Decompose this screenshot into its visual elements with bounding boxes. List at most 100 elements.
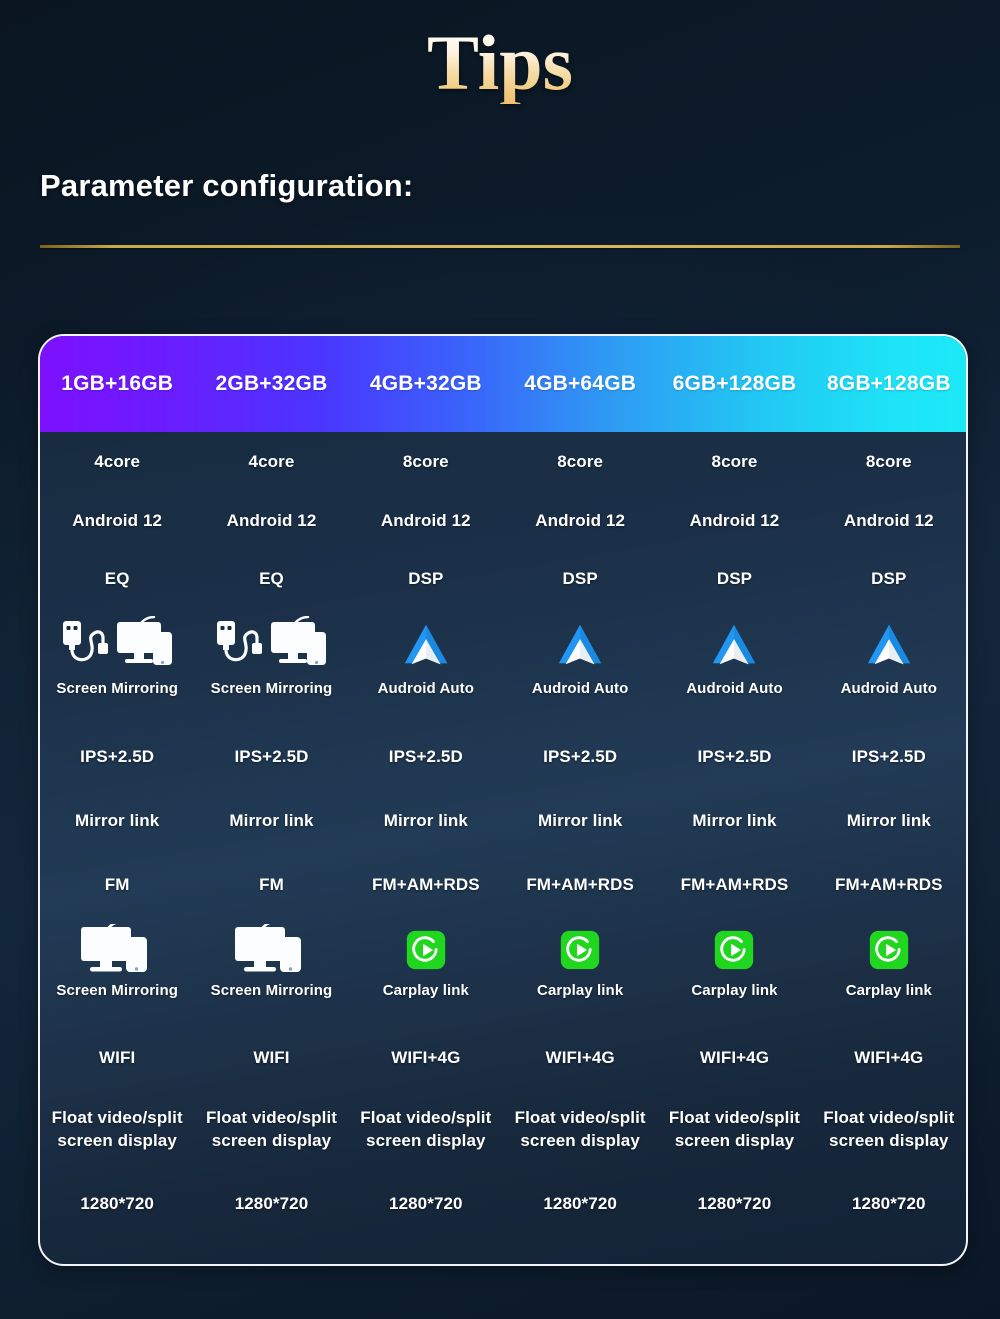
- android-auto-icon: [864, 616, 914, 674]
- table-cell-value: EQ: [104, 569, 130, 588]
- table-cell-mirror: Mirror link: [349, 788, 503, 854]
- table-header-cell: 2GB+32GB: [215, 372, 328, 395]
- table-cell-mirror: Mirror link: [503, 788, 657, 854]
- table-cell-audio: DSP: [503, 550, 657, 608]
- table-cell-network: WIFI+4G: [812, 1024, 966, 1092]
- table-cell-display_type: IPS+2.5D: [657, 726, 811, 788]
- table-cell-link_second: Screen Mirroring: [40, 916, 194, 1024]
- screen-mirroring-icon: [77, 924, 157, 976]
- android-auto-icon: [709, 616, 759, 674]
- table-header-cell: 8GB+128GB: [826, 372, 951, 395]
- table-cell-link_second: Carplay link: [349, 916, 503, 1024]
- table-cell-cpu_core: 8core: [657, 432, 811, 492]
- table-cell-network: WIFI: [194, 1024, 348, 1092]
- table-cell-value: 8core: [557, 452, 604, 471]
- carplay-link-icon: [714, 924, 754, 976]
- table-cell-multiwindow: Float video/split screen display: [40, 1092, 194, 1168]
- table-cell-link_second: Carplay link: [657, 916, 811, 1024]
- table-cell-network: WIFI+4G: [657, 1024, 811, 1092]
- table-cell-value: Mirror link: [229, 811, 314, 830]
- table-cell-value: 4core: [248, 452, 295, 471]
- table-column: 8core Android 12 DSP Audroid Auto IPS+2.5D Mi…: [812, 432, 966, 1264]
- table-cell-link_primary: Screen Mirroring: [194, 608, 348, 726]
- table-cell-value: FM+AM+RDS: [526, 875, 634, 894]
- table-cell-value: Android 12: [689, 511, 780, 530]
- table-cell-display_type: IPS+2.5D: [40, 726, 194, 788]
- table-cell-value: 1280*720: [389, 1194, 463, 1213]
- table-cell-value: WIFI+4G: [391, 1048, 461, 1067]
- table-column: 8core Android 12 DSP Audroid Auto IPS+2.5D Mi…: [503, 432, 657, 1264]
- table-cell-display_type: IPS+2.5D: [194, 726, 348, 788]
- table-cell-audio: DSP: [657, 550, 811, 608]
- table-cell-audio: EQ: [194, 550, 348, 608]
- table-cell-value: Mirror link: [75, 811, 160, 830]
- table-cell-link_primary: Audroid Auto: [503, 608, 657, 726]
- table-cell-mirror: Mirror link: [657, 788, 811, 854]
- table-cell-value: Float video/split screen display: [823, 1108, 955, 1150]
- table-cell-resolution: 1280*720: [349, 1168, 503, 1240]
- table-cell-link_second: Carplay link: [812, 916, 966, 1024]
- table-cell-value: 4core: [94, 452, 141, 471]
- table-cell-resolution: 1280*720: [194, 1168, 348, 1240]
- table-column: 4core Android 12 EQ Screen Mirroring IPS+2.5…: [40, 432, 194, 1264]
- table-cell-label: Audroid Auto: [840, 680, 938, 697]
- table-cell-value: IPS+2.5D: [543, 747, 618, 766]
- table-cell-radio: FM: [40, 854, 194, 916]
- table-header-cell: 6GB+128GB: [672, 372, 797, 395]
- table-cell-label: Carplay link: [691, 982, 778, 999]
- table-cell-os: Android 12: [657, 492, 811, 550]
- table-cell-display_type: IPS+2.5D: [503, 726, 657, 788]
- table-cell-value: FM+AM+RDS: [834, 875, 943, 894]
- table-cell-radio: FM+AM+RDS: [657, 854, 811, 916]
- table-cell-label: Screen Mirroring: [56, 680, 178, 697]
- table-cell-value: IPS+2.5D: [388, 747, 463, 766]
- table-cell-radio: FM: [194, 854, 348, 916]
- table-cell-value: EQ: [259, 569, 284, 588]
- table-cell-network: WIFI+4G: [349, 1024, 503, 1092]
- table-cell-network: WIFI+4G: [503, 1024, 657, 1092]
- table-cell-value: Mirror link: [846, 811, 931, 830]
- table-cell-label: Screen Mirroring: [210, 982, 333, 999]
- table-cell-multiwindow: Float video/split screen display: [194, 1092, 348, 1168]
- table-cell-os: Android 12: [503, 492, 657, 550]
- table-cell-cpu_core: 8core: [349, 432, 503, 492]
- table-cell-value: 1280*720: [80, 1194, 154, 1213]
- table-cell-value: DSP: [716, 569, 753, 588]
- table-cell-value: Float video/split screen display: [668, 1108, 801, 1150]
- table-cell-multiwindow: Float video/split screen display: [349, 1092, 503, 1168]
- screen-mirroring-usb-icon: [211, 616, 331, 674]
- table-cell-os: Android 12: [194, 492, 348, 550]
- carplay-link-icon: [406, 924, 446, 976]
- table-cell-value: Android 12: [72, 511, 163, 530]
- table-column: 8core Android 12 DSP Audroid Auto IPS+2.5D Mi…: [657, 432, 811, 1264]
- table-column: 4core Android 12 EQ Screen Mirroring IPS+2.5…: [194, 432, 348, 1264]
- table-header-cell: 4GB+64GB: [524, 372, 637, 395]
- table-cell-value: DSP: [562, 569, 598, 588]
- table-cell-mirror: Mirror link: [194, 788, 348, 854]
- table-cell-value: WIFI+4G: [854, 1048, 924, 1067]
- carplay-link-icon: [560, 924, 600, 976]
- table-cell-display_type: IPS+2.5D: [812, 726, 966, 788]
- table-cell-audio: DSP: [812, 550, 966, 608]
- table-cell-resolution: 1280*720: [503, 1168, 657, 1240]
- table-cell-multiwindow: Float video/split screen display: [657, 1092, 811, 1168]
- screen-mirroring-icon: [231, 924, 311, 976]
- page-background: Tips Parameter configuration: 1GB+16GB 2G…: [0, 0, 1000, 1319]
- table-header-cell: 1GB+16GB: [61, 372, 174, 395]
- table-cell-radio: FM+AM+RDS: [812, 854, 966, 916]
- table-cell-link_primary: Screen Mirroring: [40, 608, 194, 726]
- table-cell-os: Android 12: [349, 492, 503, 550]
- table-cell-display_type: IPS+2.5D: [349, 726, 503, 788]
- android-auto-icon: [555, 616, 605, 674]
- table-cell-radio: FM+AM+RDS: [349, 854, 503, 916]
- table-cell-network: WIFI: [40, 1024, 194, 1092]
- table-cell-audio: EQ: [40, 550, 194, 608]
- screen-mirroring-usb-icon: [57, 616, 177, 674]
- table-cell-link_second: Carplay link: [503, 916, 657, 1024]
- table-cell-value: Float video/split screen display: [51, 1108, 183, 1150]
- table-cell-value: WIFI+4G: [699, 1048, 770, 1067]
- table-cell-value: Android 12: [226, 511, 317, 530]
- table-cell-link_second: Screen Mirroring: [194, 916, 348, 1024]
- table-cell-label: Screen Mirroring: [56, 982, 178, 999]
- table-cell-value: 1280*720: [234, 1194, 309, 1213]
